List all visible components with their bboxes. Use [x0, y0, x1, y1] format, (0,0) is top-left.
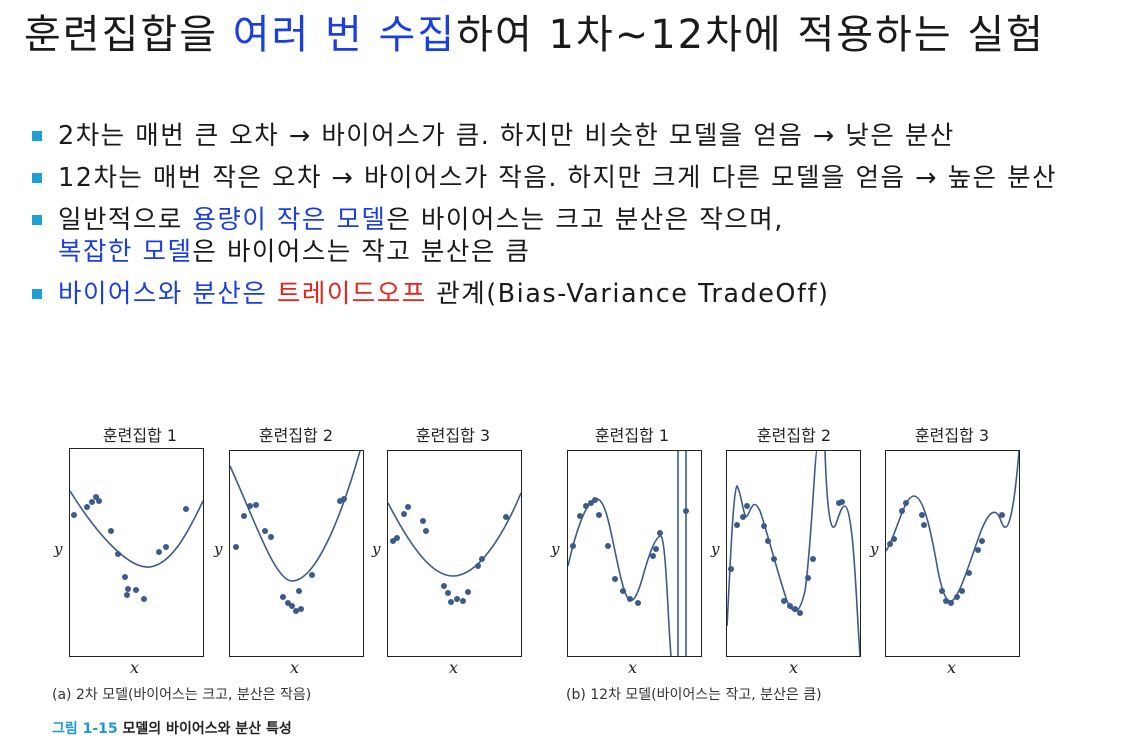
x-axis-label: x	[130, 658, 140, 677]
x-axis-label: x	[628, 658, 638, 677]
bullet-seg: 은 바이어스는 크고 분산은 작으며,	[386, 205, 784, 235]
plot-quadratic-3	[388, 492, 521, 605]
panel-title: 훈련집합 1	[102, 426, 178, 445]
y-axis-label: y	[551, 540, 560, 558]
title-highlight: 여러 번 수집	[232, 12, 457, 58]
plot-frame-poly12-2	[726, 450, 861, 657]
bullet-square-icon	[32, 215, 42, 225]
panel-title: 훈련집합 2	[756, 426, 832, 445]
x-axis-label: x	[789, 658, 799, 677]
figure-number: 그림 1-15	[52, 721, 118, 737]
bullet-highlight: 용량이 작은 모델	[192, 205, 387, 235]
bullet-square-icon	[32, 131, 42, 141]
caption-a: (a) 2차 모델(바이어스는 크고, 분산은 작음)	[52, 687, 312, 703]
bullet-seg: 관계(Bias-Variance TradeOff)	[426, 279, 830, 309]
panel-title: 훈련집합 2	[258, 426, 334, 445]
bullet-seg: 은 바이어스는 작고 분산은 큼	[192, 237, 531, 267]
figure-label: 그림 1-15 모델의 바이어스와 분산 특성	[52, 718, 292, 738]
bullet-red-highlight: 트레이드오프	[276, 279, 427, 309]
slide-title: 훈련집합을 여러 번 수집하여 1차~12차에 적용하는 실험	[24, 10, 1124, 60]
plot-quadratic-1	[70, 490, 203, 602]
title-part3: 하여 1차~12차에 적용하는 실험	[456, 12, 1045, 58]
y-axis-label: y	[711, 540, 720, 558]
figure-title: 모델의 바이어스와 분산 특성	[122, 721, 292, 737]
bullet-text: 2차는 매번 큰 오차 → 바이어스가 큼. 하지만 비슷한 모델을 얻음 → …	[58, 121, 955, 151]
y-axis-label: y	[54, 540, 63, 558]
slide: 훈련집합을 여러 번 수집하여 1차~12차에 적용하는 실험 2차는 매번 큰…	[0, 0, 1135, 746]
bullet-square-icon	[32, 173, 42, 183]
x-axis-label: x	[290, 658, 300, 677]
title-part1: 훈련집합을	[24, 12, 233, 58]
y-axis-label: y	[870, 540, 879, 558]
bullet-item: 12차는 매번 작은 오차 → 바이어스가 작음. 하지만 크게 다른 모델을 …	[32, 162, 1122, 194]
plot-frame-quadratic-3	[387, 450, 522, 657]
bullet-square-icon	[32, 289, 42, 299]
bullet-highlight: 바이어스와 분산은	[58, 279, 277, 309]
plot-poly12-3	[886, 451, 1019, 606]
bullet-list: 2차는 매번 큰 오차 → 바이어스가 큼. 하지만 비슷한 모델을 얻음 → …	[32, 120, 1122, 320]
bullet-item: 바이어스와 분산은 트레이드오프 관계(Bias-Variance TradeO…	[32, 278, 1122, 310]
y-axis-label: y	[372, 540, 381, 558]
bullet-item: 일반적으로 용량이 작은 모델은 바이어스는 크고 분산은 작으며, 복잡한 모…	[32, 204, 1122, 268]
plot-poly12-2	[727, 451, 860, 656]
plot-frame-poly12-3	[885, 450, 1020, 657]
bullet-item: 2차는 매번 큰 오차 → 바이어스가 큼. 하지만 비슷한 모델을 얻음 → …	[32, 120, 1122, 152]
bullet-highlight: 복잡한 모델	[58, 237, 193, 267]
bullet-seg: 일반적으로	[58, 205, 193, 235]
plot-frame-quadratic-1	[69, 448, 204, 657]
plot-frame-quadratic-2	[229, 450, 364, 657]
plot-poly12-1	[568, 451, 689, 656]
panel-title: 훈련집합 3	[914, 426, 990, 445]
x-axis-label: x	[947, 658, 957, 677]
figure: 훈련집합 1 훈련집합 2 훈련집합 3 훈련집합 1 훈련집합 2 훈련집합 …	[0, 400, 1135, 746]
caption-b: (b) 12차 모델(바이어스는 작고, 분산은 큼)	[566, 687, 822, 703]
plot-frame-poly12-1	[567, 450, 702, 657]
y-axis-label: y	[214, 540, 223, 558]
panel-title: 훈련집합 3	[415, 426, 491, 445]
x-axis-label: x	[449, 658, 459, 677]
bullet-text: 12차는 매번 작은 오차 → 바이어스가 작음. 하지만 크게 다른 모델을 …	[58, 163, 1058, 193]
panel-title: 훈련집합 1	[594, 426, 670, 445]
plot-quadratic-2	[230, 451, 361, 614]
